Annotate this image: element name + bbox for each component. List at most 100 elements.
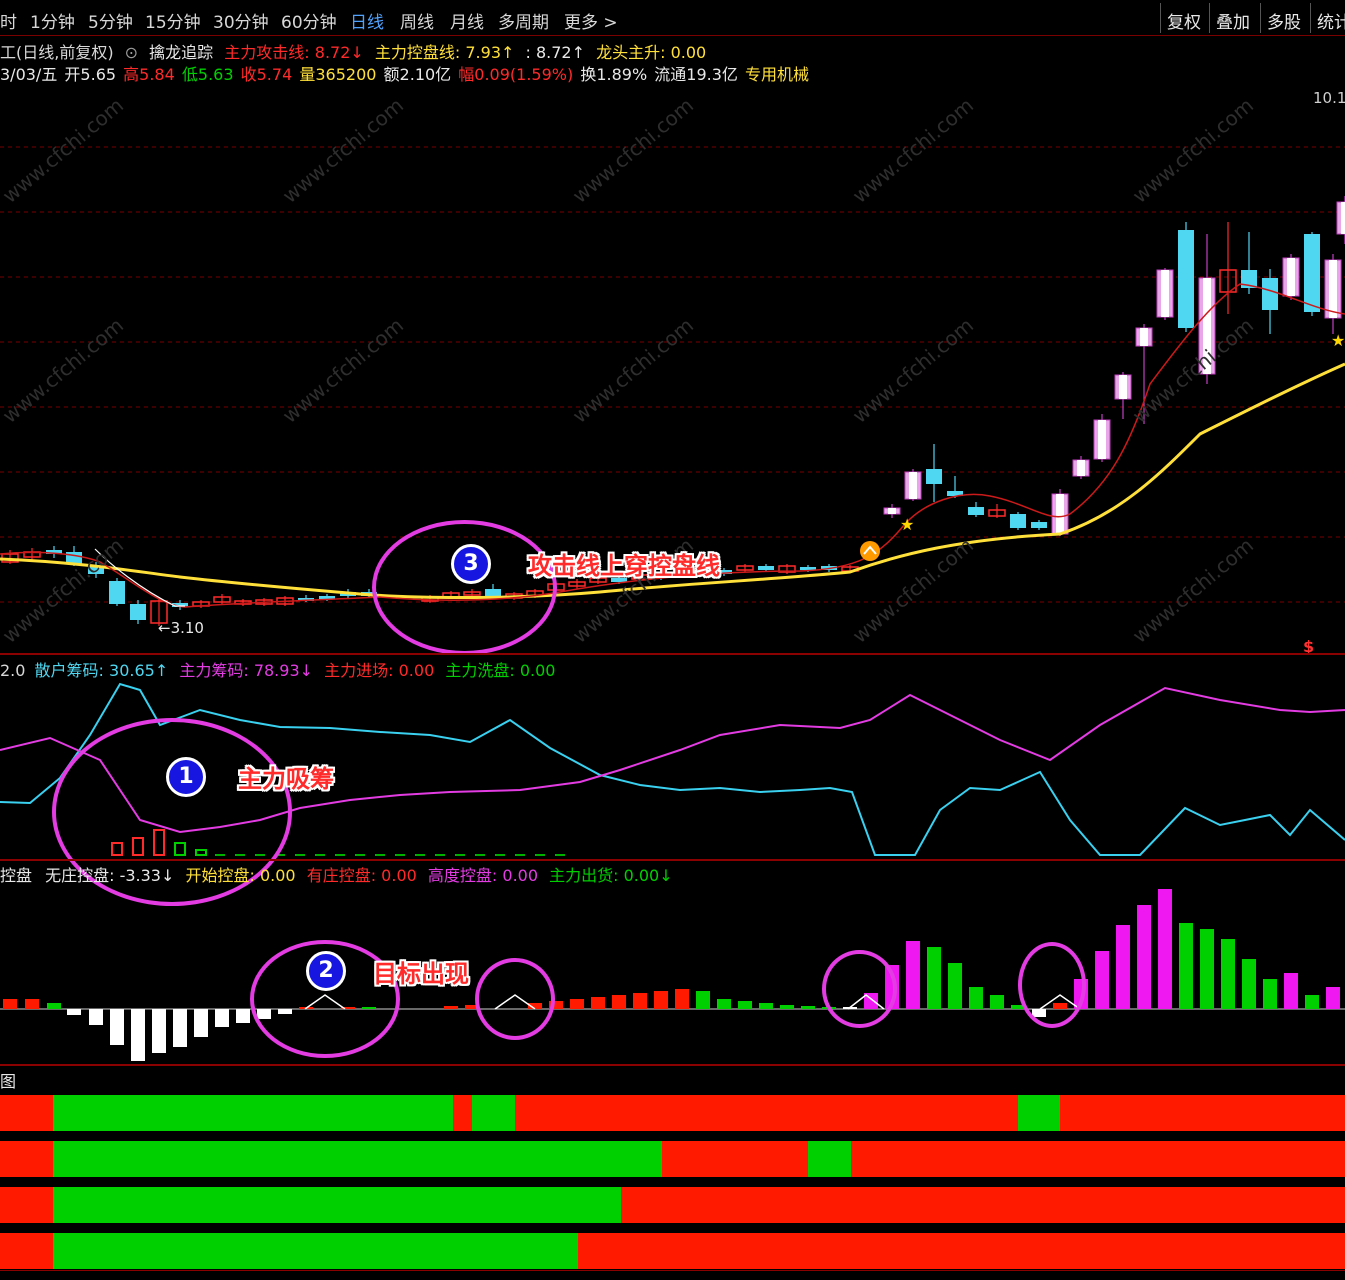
candle-body xyxy=(926,469,942,484)
attack-line-value: 主力攻击线: 8.72↓ xyxy=(224,43,364,62)
control-bar xyxy=(906,941,920,1009)
quote-line: 3/03/五 开5.65 高5.84 低5.63 收5.74 量365200 额… xyxy=(0,61,815,85)
control-bar xyxy=(696,991,710,1009)
control-bar xyxy=(173,1009,187,1047)
trend-segment xyxy=(0,1141,53,1177)
adjust-button[interactable]: 复权 xyxy=(1160,3,1207,33)
period-tab-daily[interactable]: 日线 xyxy=(350,8,384,33)
quote-high: 高5.84 xyxy=(123,65,175,84)
signal-circle xyxy=(1018,942,1086,1028)
control-chart[interactable] xyxy=(0,880,1345,1065)
panel2-prefix: 2.0 xyxy=(0,661,26,680)
period-tab-monthly[interactable]: 月线 xyxy=(450,8,484,33)
svg-text:www.cfchi.com: www.cfchi.com xyxy=(848,93,978,208)
svg-text:www.cfchi.com: www.cfchi.com xyxy=(0,313,128,428)
control-bar xyxy=(738,1001,752,1009)
quote-amount: 额2.10亿 xyxy=(383,65,452,84)
panel2-header: 2.0 散户筹码: 30.65↑ 主力筹码: 78.93↓ 主力进场: 0.00… xyxy=(0,657,561,681)
trend-segment xyxy=(621,1187,1345,1223)
dollar-signal-icon: $ xyxy=(1303,637,1314,654)
period-tab-time[interactable]: 时 xyxy=(0,8,17,33)
rise-signal-icon xyxy=(860,541,880,561)
candle-highlight xyxy=(1077,460,1085,476)
control-bar xyxy=(927,947,941,1009)
trend-segment xyxy=(1060,1095,1345,1131)
quote-close: 收5.74 xyxy=(240,65,293,84)
control-bar xyxy=(1200,929,1214,1009)
candle-highlight xyxy=(909,472,917,499)
control-bar xyxy=(236,1009,250,1023)
indicator-dropdown-icon[interactable]: ⊙ xyxy=(125,43,138,62)
period-tab-1min[interactable]: 1分钟 xyxy=(30,8,75,33)
stats-button[interactable]: 统计 xyxy=(1310,3,1345,33)
candle-highlight xyxy=(888,508,896,514)
control-bar xyxy=(654,991,668,1009)
control-bar xyxy=(969,987,983,1009)
period-tab-weekly[interactable]: 周线 xyxy=(400,8,434,33)
control-bar xyxy=(612,995,626,1009)
control-bar xyxy=(3,999,17,1009)
svg-text:www.cfchi.com: www.cfchi.com xyxy=(848,313,978,428)
annotation-badge-3: 3 xyxy=(451,544,491,584)
control-bar xyxy=(25,999,39,1009)
control-bar xyxy=(444,1006,458,1009)
control-bars xyxy=(3,889,1340,1061)
control-bar xyxy=(570,999,584,1009)
quote-sector[interactable]: 专用机械 xyxy=(745,65,809,84)
period-tab-60min[interactable]: 60分钟 xyxy=(281,8,337,33)
annotation-label-1: 主力吸筹 xyxy=(238,765,334,793)
trend-segment xyxy=(53,1233,578,1269)
trend-segment xyxy=(1018,1095,1060,1131)
quote-open: 开5.65 xyxy=(64,65,117,84)
candle-body xyxy=(758,566,774,570)
overlay-button[interactable]: 叠加 xyxy=(1209,3,1256,33)
price-gridlines xyxy=(0,146,1345,603)
control-bar xyxy=(1326,987,1340,1009)
control-bar xyxy=(131,1009,145,1061)
period-tab-15min[interactable]: 15分钟 xyxy=(145,8,201,33)
control-bar xyxy=(110,1009,124,1045)
period-tab-30min[interactable]: 30分钟 xyxy=(213,8,269,33)
indicator-name[interactable]: 擒龙追踪 xyxy=(149,43,213,62)
trend-bars-chart[interactable] xyxy=(0,1090,1345,1270)
extra-line-value: : 8.72↑ xyxy=(525,43,586,62)
control-bar xyxy=(1116,925,1130,1009)
control-bar xyxy=(801,1006,815,1009)
control-bar xyxy=(633,993,647,1009)
control-bar xyxy=(1179,923,1193,1009)
period-toolbar: 时 1分钟 5分钟 15分钟 30分钟 60分钟 日线 周线 月线 多周期 更多… xyxy=(0,0,1345,36)
candle-highlight xyxy=(1056,494,1064,534)
candle-highlight xyxy=(1287,258,1295,296)
period-tab-multi[interactable]: 多周期 xyxy=(498,8,549,33)
trend-segment xyxy=(808,1141,851,1177)
control-bar xyxy=(1095,951,1109,1009)
control-bar xyxy=(1137,905,1151,1009)
low-price-label: ←3.10 xyxy=(158,619,204,637)
multi-stock-button[interactable]: 多股 xyxy=(1260,3,1307,33)
control-bar xyxy=(1158,889,1172,1009)
candle-highlight xyxy=(1119,375,1127,399)
period-tab-5min[interactable]: 5分钟 xyxy=(88,8,133,33)
control-bar xyxy=(1284,973,1298,1009)
trend-segment xyxy=(0,1095,53,1131)
control-bar xyxy=(1221,939,1235,1009)
candle-body xyxy=(109,581,125,604)
trend-segment xyxy=(53,1095,453,1131)
trend-segment xyxy=(53,1187,621,1223)
period-tab-more[interactable]: 更多 > xyxy=(564,8,618,33)
svg-text:www.cfchi.com: www.cfchi.com xyxy=(568,313,698,428)
control-bar xyxy=(591,997,605,1009)
candle-body xyxy=(1262,278,1278,310)
svg-text:www.cfchi.com: www.cfchi.com xyxy=(1128,533,1258,648)
annotation-circle-3 xyxy=(372,520,557,655)
main-chips-value: 主力筹码: 78.93↓ xyxy=(179,661,314,680)
svg-text:www.cfchi.com: www.cfchi.com xyxy=(0,93,128,208)
annotation-badge-2: 2 xyxy=(306,951,346,991)
control-bar xyxy=(1305,995,1319,1009)
candle-highlight xyxy=(1098,420,1106,459)
main-enter-value: 主力进场: 0.00 xyxy=(324,661,435,680)
retail-chips-value: 散户筹码: 30.65↑ xyxy=(34,661,169,680)
control-bar xyxy=(1242,959,1256,1009)
dragon-rise-value: 龙头主升: 0.00 xyxy=(596,43,707,62)
quote-turnover: 换1.89% xyxy=(580,65,648,84)
